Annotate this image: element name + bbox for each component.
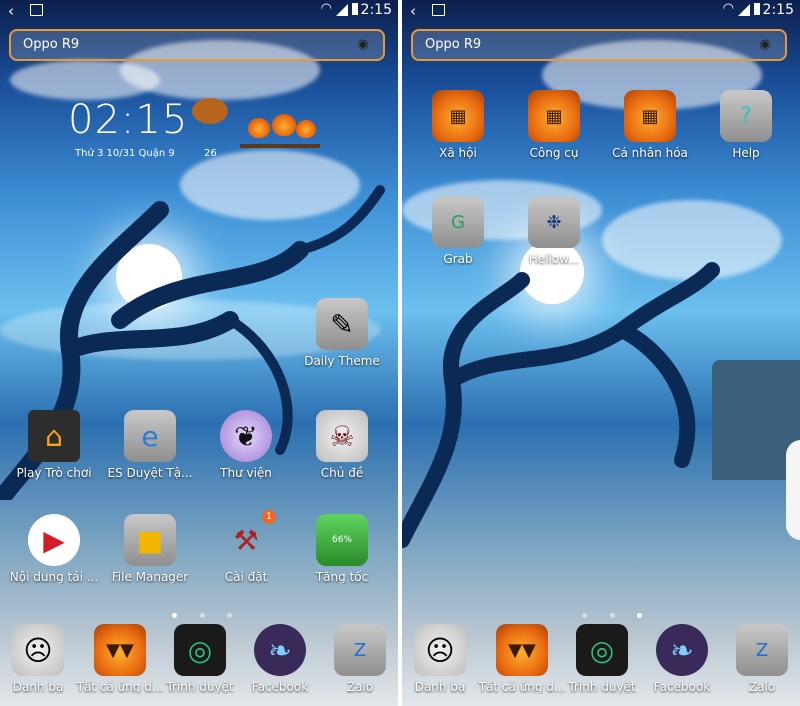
app-label: Play Trò chơi [16,466,92,480]
status-bar: ‹ ◠ 2:15 [402,0,800,22]
pumpkin-social-icon: ▦ [432,90,484,142]
jack-skull-icon: ☹ [12,624,64,676]
app-label: File Manager [111,570,189,584]
clock-widget-temperature: 26 [204,148,217,159]
boost-percent: 66% [331,535,352,545]
haunted-house-icon: ⌂ [28,410,80,462]
back-arrow-icon[interactable]: ‹ [410,2,416,20]
jack-skull-icon: ☹ [414,624,466,676]
page-dot[interactable] [199,613,205,618]
app-downloads[interactable]: ▶ Nội dung tải ... [6,514,102,584]
signal-icon [738,4,750,16]
tombstone-hellow-icon: ❉ [528,196,580,248]
app-daily-theme[interactable]: ✎ Daily Theme [294,298,390,368]
page-dot[interactable] [609,613,615,618]
home-screen-right: ‹ ◠ 2:15 Oppo R9 ◉ ▦ Xã hội ▦ Công cụ ▦ … [402,0,800,706]
folder-tools[interactable]: ▦ Công cụ [506,90,602,160]
pumpkin-icon: ▼▼ [94,624,146,676]
dual-screenshot: ‹ ◠ 2:15 Oppo R9 ◉ 02:15 Thứ 3 10/31 Quậ… [0,0,800,706]
bat-moon-icon: ❦ [220,410,272,462]
clock-widget-date: Thứ 3 10/31 Quận 9 [75,148,175,159]
app-label: Tăng tốc [315,570,369,584]
page-dot[interactable] [227,613,232,618]
folder-personalize[interactable]: ▦ Cá nhân hóa [602,90,698,160]
pumpkin-search-icon[interactable]: ◉ [757,37,773,53]
app-gallery[interactable]: ❦ Thư viện [198,410,294,480]
tombstone-boost-icon: 66% [316,514,368,566]
search-bar[interactable]: Oppo R9 ◉ [411,29,787,61]
app-file-manager[interactable]: ■ File Manager [102,514,198,584]
page-dot[interactable] [582,613,587,618]
speaker-box-icon: ◎ [576,624,628,676]
app-label: Hellow... [528,252,580,266]
battery-icon [352,3,358,15]
search-bar[interactable]: Oppo R9 ◉ [9,29,385,61]
black-cat-icon: ❧ [656,624,708,676]
page-indicator [582,613,642,618]
pumpkins-on-broom-icon [240,110,320,160]
page-indicator [172,613,232,618]
tombstone-zalo-icon: Z [334,624,386,676]
app-settings[interactable]: 1 ⚒ Cài đặt [198,510,294,584]
search-placeholder: Oppo R9 [23,37,80,52]
status-time: 2:15 [360,2,392,18]
dock-label: Zalo [346,680,374,694]
folder-social[interactable]: ▦ Xã hội [410,90,506,160]
black-cat-icon: ❧ [254,624,306,676]
app-es-file-explorer[interactable]: e ES Duyệt Tậ... [102,410,198,480]
app-themes[interactable]: ☠ Chủ đề [294,410,390,480]
tombstone-es-icon: e [124,410,176,462]
skull-icon: ☠ [316,410,368,462]
dock-zalo[interactable]: Z Zalo [312,624,398,694]
app-label: Cá nhân hóa [612,146,688,160]
status-bar: ‹ ◠ 2:15 [0,0,398,22]
tombstone-grab-icon: G [432,196,484,248]
pumpkin-tools-icon: ▦ [528,90,580,142]
page-dot[interactable] [172,613,177,618]
pumpkin-search-icon[interactable]: ◉ [355,37,371,53]
image-notification-icon [432,4,445,16]
battery-icon [754,3,760,15]
app-label: Chủ đề [320,466,364,480]
back-arrow-icon[interactable]: ‹ [8,2,14,20]
app-label: Grab [443,252,473,266]
dock: ☹ Danh bạ ▼▼ Tất cả ứng d... ◎ Trình duy… [0,624,398,706]
tombstone-help-icon: ? [720,90,772,142]
page-dot[interactable] [637,613,642,618]
notification-badge: 1 [262,510,276,524]
download-icon: ▶ [28,514,80,566]
home-screen-left: ‹ ◠ 2:15 Oppo R9 ◉ 02:15 Thứ 3 10/31 Quậ… [0,0,398,706]
dock-zalo[interactable]: Z Zalo [714,624,800,694]
pumpkin-personal-icon: ▦ [624,90,676,142]
speaker-box-icon: ◎ [174,624,226,676]
wifi-icon: ◠ [722,1,734,16]
image-notification-icon [30,4,43,16]
pumpkin-icon: ▼▼ [496,624,548,676]
app-play-games[interactable]: ⌂ Play Trò chơi [6,410,102,480]
owl-icon [192,98,228,124]
app-grab[interactable]: G Grab [410,196,506,266]
app-label: Cài đặt [224,570,268,584]
app-label: Help [732,146,760,160]
app-label: Daily Theme [304,354,380,368]
status-time: 2:15 [762,2,794,18]
search-placeholder: Oppo R9 [425,37,482,52]
signal-icon [336,4,348,16]
dock-label: Zalo [748,680,776,694]
app-hellow[interactable]: ❉ Hellow... [506,196,602,266]
tombstone-zalo-icon: Z [736,624,788,676]
tombstone-theme-icon: ✎ [316,298,368,350]
app-speed-boost[interactable]: 66% Tăng tốc [294,514,390,584]
clock-widget-time[interactable]: 02:15 [68,97,188,143]
app-label: Xã hội [439,146,477,160]
wifi-icon: ◠ [320,1,332,16]
tombstone-folder-icon: ■ [124,514,176,566]
app-label: ES Duyệt Tậ... [107,466,193,480]
app-label: Công cụ [529,146,579,160]
ghost-icon [786,440,800,540]
app-help[interactable]: ? Help [698,90,794,160]
app-label: Thư viện [220,466,272,480]
dock: ☹ Danh bạ ▼▼ Tất cả ứng d... ◎ Trình duy… [402,624,800,706]
app-label: Nội dung tải ... [9,570,99,584]
